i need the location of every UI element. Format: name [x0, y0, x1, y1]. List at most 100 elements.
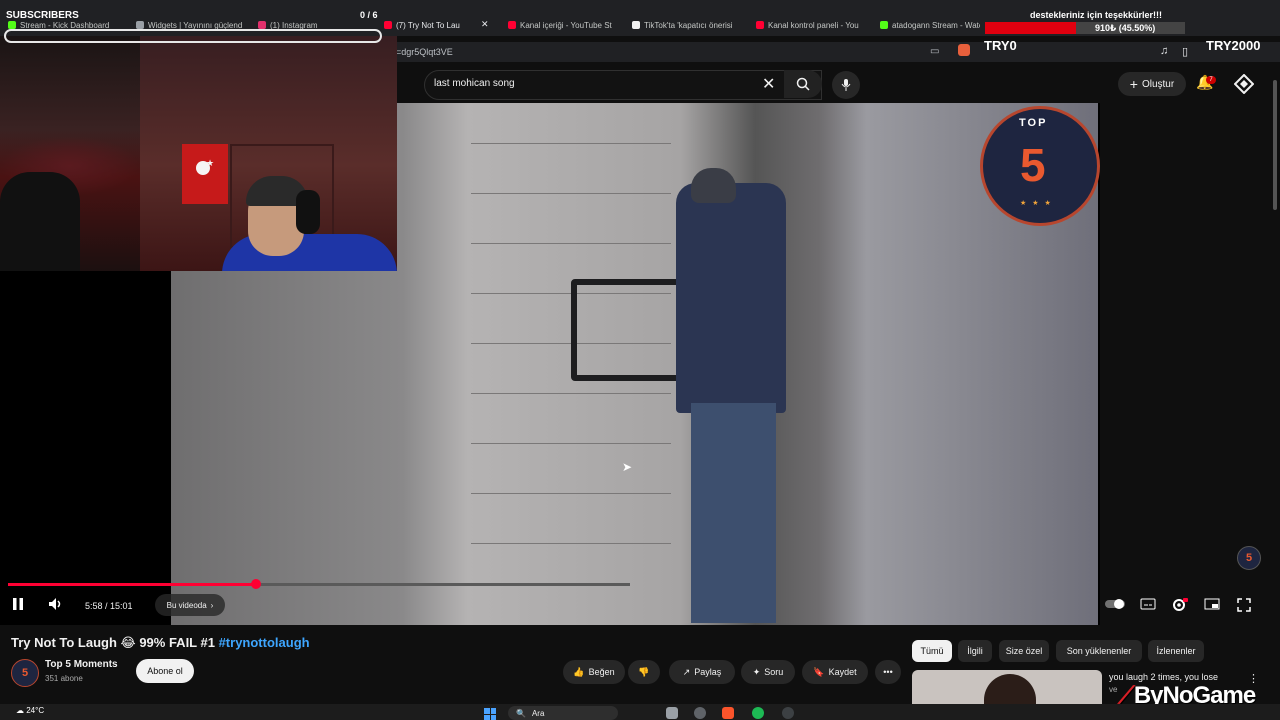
tab-kanal-kontrol[interactable]: Kanal kontrol paneli - You — [756, 18, 862, 32]
sidebar-toggle-icon[interactable]: ▯ — [1182, 45, 1188, 58]
top5-badge-number: 5 — [1020, 139, 1046, 191]
music-icon[interactable]: ♫ — [1160, 45, 1168, 57]
channel-name[interactable]: Top 5 Moments — [45, 659, 118, 670]
brave-browser-icon[interactable] — [722, 707, 734, 719]
bookmark-icon: 🔖 — [813, 666, 825, 677]
subscribe-button[interactable]: Abone ol — [136, 659, 194, 683]
weather-widget[interactable]: ☁ 24°C — [16, 706, 44, 715]
progress-scrubber[interactable] — [251, 579, 261, 589]
hashtag-link[interactable]: #trynottolaugh — [219, 635, 310, 650]
chip-watched[interactable]: İzlenenler — [1148, 640, 1204, 662]
ask-label: Soru — [764, 667, 784, 677]
mouse-cursor-icon: ➤ — [622, 460, 633, 474]
thumbs-up-icon: 👍 — [573, 666, 585, 677]
donation-bar-fill — [985, 22, 1076, 34]
autoplay-toggle[interactable] — [1104, 598, 1126, 613]
brave-shield-icon[interactable] — [958, 44, 970, 56]
url-text[interactable]: =dgr5Qlqt3VE — [396, 47, 453, 57]
ask-button[interactable]: ✦ Soru — [741, 660, 795, 684]
fullscreen-button[interactable] — [1237, 598, 1251, 615]
subtitles-button[interactable] — [1140, 598, 1156, 613]
person-legs — [691, 403, 776, 623]
address-bar[interactable] — [396, 42, 1280, 62]
progress-fill — [8, 583, 256, 586]
more-actions-button[interactable]: ••• — [875, 660, 901, 684]
volume-icon — [49, 598, 61, 610]
tab-label: TikTok'ta 'kapatıcı önerisi — [644, 20, 733, 30]
miniplayer-button[interactable] — [1204, 598, 1220, 613]
chip-for-you[interactable]: Size özel — [999, 640, 1049, 662]
subscriber-goal-bar — [4, 29, 382, 43]
streamer-body — [222, 234, 397, 271]
kick-icon — [8, 21, 16, 29]
search-button[interactable] — [784, 70, 822, 98]
spotify-icon[interactable] — [752, 707, 764, 719]
cast-icon[interactable]: ▭ — [930, 46, 939, 57]
donation-message: destekleriniz için teşekkürler!!! — [1030, 10, 1163, 20]
share-button[interactable]: ↗ Paylaş — [669, 660, 735, 684]
autoplay-toggle-icon — [1105, 599, 1125, 609]
fullscreen-icon — [1237, 598, 1251, 612]
streamer-webcam: ★ — [0, 36, 397, 271]
person-figure — [676, 183, 786, 413]
miniplayer-icon — [1204, 598, 1220, 610]
share-icon: ↗ — [682, 666, 691, 677]
scrollbar-thumb[interactable] — [1273, 80, 1277, 210]
tab-tiktok[interactable]: TikTok'ta 'kapatıcı önerisi — [632, 18, 738, 32]
search-icon: 🔍 — [516, 708, 526, 718]
windows-start-icon[interactable] — [484, 708, 496, 720]
tab-label: Kanal içeriği - YouTube St — [520, 20, 612, 30]
taskbar-search[interactable]: 🔍 Ara — [508, 706, 618, 720]
settings-button[interactable] — [1172, 598, 1188, 615]
time-display: 5:58 / 15:01 — [85, 601, 133, 611]
tab-kanal-icerigi[interactable]: Kanal içeriği - YouTube St — [508, 18, 614, 32]
tab-try-not-to-laugh[interactable]: (7) Try Not To Lau — [384, 18, 484, 32]
tiktok-icon — [632, 21, 640, 29]
close-tab-icon[interactable]: ✕ — [481, 19, 489, 30]
tab-label: atadogann Stream - Watc — [892, 20, 980, 30]
like-button[interactable]: 👍 Beğen — [563, 660, 625, 684]
more-horizontal-icon: ••• — [883, 667, 893, 677]
channel-avatar[interactable]: 5 — [11, 659, 39, 687]
chip-recent-uploads[interactable]: Son yüklenenler — [1056, 640, 1142, 662]
chapter-label: Bu videoda — [166, 600, 207, 610]
create-button[interactable]: + Oluştur — [1118, 72, 1186, 96]
subscriber-goal-count: 0 / 6 — [360, 10, 378, 20]
donation-min-label: TRY0 — [984, 38, 1017, 53]
obs-icon[interactable] — [694, 707, 706, 719]
thumbs-down-icon: 👎 — [638, 666, 650, 677]
weather-temp: 24°C — [26, 706, 45, 715]
microphone-icon — [841, 79, 851, 91]
gear-icon — [1173, 598, 1188, 611]
save-button[interactable]: 🔖 Kaydet — [802, 660, 868, 684]
donation-amount: 910₺ (45.50%) — [1095, 23, 1156, 33]
save-label: Kaydet — [828, 667, 857, 677]
person-left — [0, 172, 80, 271]
channel-watermark[interactable]: 5 — [1237, 546, 1261, 570]
subscriber-goal-label: SUBSCRIBERS — [6, 10, 79, 21]
search-input[interactable]: last mohican song — [434, 78, 515, 89]
app-icon[interactable] — [782, 707, 794, 719]
file-explorer-icon[interactable] — [666, 707, 678, 719]
donation-max-label: TRY2000 — [1206, 38, 1261, 53]
widget-icon — [136, 21, 144, 29]
clear-search-icon[interactable]: ✕ — [762, 74, 775, 94]
tab-atadogann[interactable]: atadogann Stream - Watc — [880, 18, 980, 32]
chip-related[interactable]: İlgili — [958, 640, 992, 662]
weather-icon: ☁ — [16, 706, 24, 715]
chapter-button[interactable]: Bu videoda › — [155, 594, 225, 616]
volume-button[interactable] — [48, 597, 64, 614]
chevron-right-icon: › — [210, 600, 214, 610]
notification-badge: 7 — [1206, 76, 1216, 84]
profile-avatar[interactable] — [1234, 74, 1254, 94]
windows-taskbar — [0, 704, 1280, 720]
sparkle-icon: ✦ — [752, 666, 761, 677]
pause-button[interactable] — [12, 597, 24, 614]
channel-subscriber-count: 351 abone — [45, 674, 83, 683]
dislike-button[interactable]: 👎 — [628, 660, 660, 684]
create-label: Oluştur — [1141, 78, 1175, 90]
voice-search-button[interactable] — [832, 71, 860, 99]
chip-all[interactable]: Tümü — [912, 640, 952, 662]
video-title: Try Not To Laugh 😂 99% FAIL #1 #trynotto… — [11, 635, 310, 651]
tab-label: Kanal kontrol paneli - You — [768, 20, 859, 30]
